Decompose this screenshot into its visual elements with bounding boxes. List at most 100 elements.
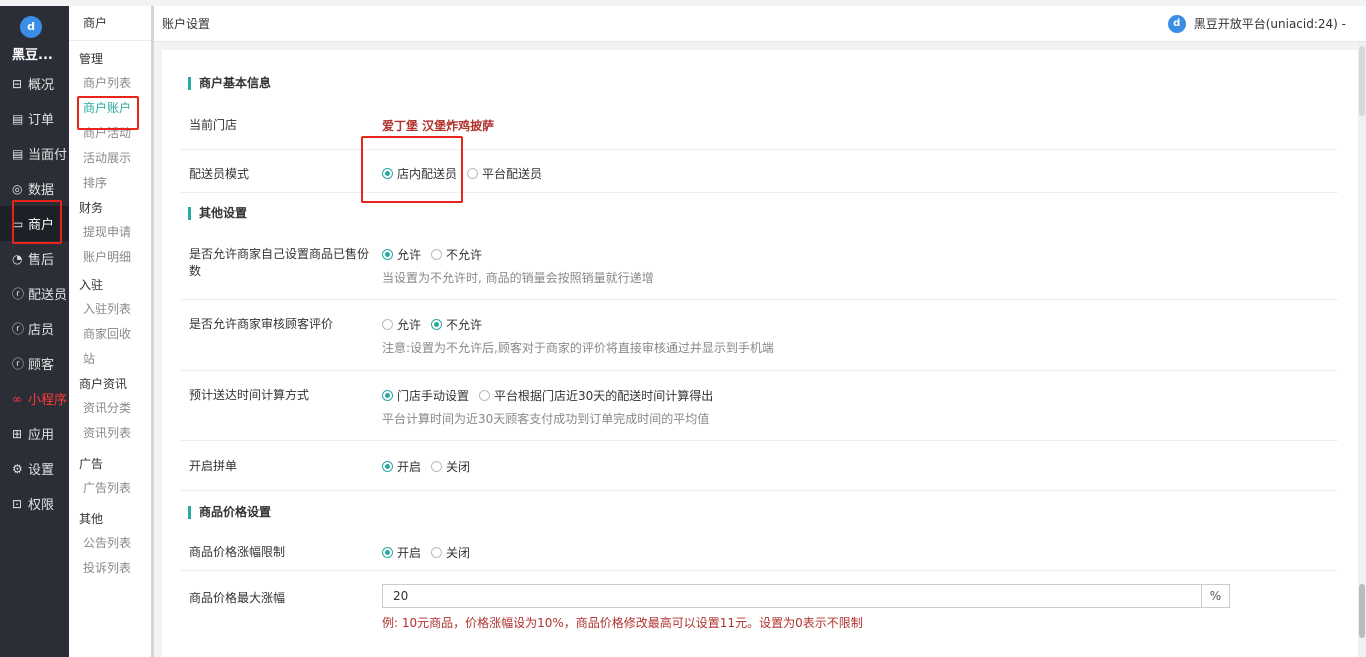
nav-item-customer[interactable]: ⓡ 顾客 xyxy=(0,346,69,381)
top-header: 账户设置 d 黑豆开放平台(uniacid:24) - xyxy=(154,6,1366,42)
receipt-icon: ▤ xyxy=(12,146,24,161)
radio-label: 店内配送员 xyxy=(397,167,458,181)
nav-item-label: 概况 xyxy=(28,78,55,93)
max-increase-input[interactable] xyxy=(382,584,1202,608)
radio-label: 允许 xyxy=(397,248,422,262)
menu-group-settle-in: 入驻 入驻列表 商家回收 站 xyxy=(69,273,151,372)
miniprogram-icon: ∞ xyxy=(12,391,22,406)
nav-item-apps[interactable]: ⊞ 应用 xyxy=(0,416,69,451)
menu-item-merchant-account[interactable]: 商户账户 xyxy=(69,96,151,121)
nav-item-courier[interactable]: ⓡ 配送员 xyxy=(0,276,69,311)
nav-item-clerk[interactable]: ⓡ 店员 xyxy=(0,311,69,346)
section-title-other: 其他设置 xyxy=(188,207,247,220)
radio-dot xyxy=(382,390,393,401)
customer-icon: ⓡ xyxy=(12,357,25,371)
list-icon: ▤ xyxy=(12,111,24,126)
nav-item-merchant[interactable]: ▭ 商户 xyxy=(0,206,69,241)
radio-dot xyxy=(431,319,443,330)
radio-dot xyxy=(479,390,491,401)
form-row-review-audit: 是否允许商家审核顾客评价 允许 不允许 注意:设置为不允许后,顾客对于商家的评价… xyxy=(180,300,1338,371)
nav-item-after-sale[interactable]: ◔ 售后 xyxy=(0,241,69,276)
form-row-max-increase: 商品价格最大涨幅 % 例: 10元商品，价格涨幅设为10%，商品价格修改最高可以… xyxy=(180,571,1338,641)
nav-item-data[interactable]: ◎ 数据 xyxy=(0,171,69,206)
radio-in-store-courier[interactable]: 店内配送员 xyxy=(382,165,457,182)
radio-on[interactable]: 开启 xyxy=(382,544,421,561)
nav-item-settings[interactable]: ⚙ 设置 xyxy=(0,451,69,486)
radio-label: 开启 xyxy=(397,546,422,560)
radio-label: 门店手动设置 xyxy=(397,389,470,403)
radio-label: 平台根据门店近30天的配送时间计算得出 xyxy=(494,389,714,403)
radio-disallow[interactable]: 不允许 xyxy=(431,246,482,263)
nav-item-label: 应用 xyxy=(28,428,55,443)
menu-item-recycle[interactable]: 商家回收 xyxy=(69,322,151,347)
nav-item-label: 当面付 xyxy=(28,148,68,163)
courier-icon: ⓡ xyxy=(12,287,25,301)
menu-item-merchant-activity[interactable]: 商户活动 xyxy=(69,121,151,146)
menu-group-title: 其他 xyxy=(79,512,104,526)
radio-disallow[interactable]: 不允许 xyxy=(431,316,482,333)
nav-item-permissions[interactable]: ⊡ 权限 xyxy=(0,486,69,521)
clerk-icon: ⓡ xyxy=(12,322,25,336)
section-title-basic: 商户基本信息 xyxy=(188,77,271,90)
lock-icon: ⊡ xyxy=(12,496,23,511)
radio-dot xyxy=(431,249,443,260)
menu-item-ad-list[interactable]: 广告列表 xyxy=(69,476,151,501)
menu-group-title: 商户资讯 xyxy=(79,377,128,391)
radio-off[interactable]: 关闭 xyxy=(431,544,470,561)
radio-off[interactable]: 关闭 xyxy=(431,458,470,475)
current-store-name: 爱丁堡 汉堡炸鸡披萨 xyxy=(382,119,495,133)
radio-manual-setting[interactable]: 门店手动设置 xyxy=(382,387,469,404)
radio-dot xyxy=(382,319,393,330)
menu-item-news-list[interactable]: 资讯列表 xyxy=(69,421,151,446)
radio-allow[interactable]: 允许 xyxy=(382,316,421,333)
radio-dot xyxy=(382,168,393,179)
review-audit-control: 允许 不允许 注意:设置为不允许后,顾客对于商家的评价将直接审核通过并显示到手机… xyxy=(382,316,774,356)
radio-dot xyxy=(431,547,443,558)
radio-dot xyxy=(382,249,393,260)
group-buy-radio-group: 开启 关闭 xyxy=(382,458,480,475)
radio-dot xyxy=(467,168,479,179)
nav-item-label: 订单 xyxy=(28,113,55,128)
form-row-price-limit: 商品价格涨幅限制 开启 关闭 xyxy=(180,528,1338,571)
nav-item-overview[interactable]: ⊟ 概况 xyxy=(0,66,69,101)
menu-item-news-category[interactable]: 资讯分类 xyxy=(69,396,151,421)
scrollbar-thumb[interactable] xyxy=(1359,584,1365,638)
radio-on[interactable]: 开启 xyxy=(382,458,421,475)
menu-group-manage: 管理 商户列表 商户账户 商户活动 活动展示 排序 xyxy=(69,47,151,196)
menu-item-sort[interactable]: 排序 xyxy=(69,171,151,196)
menu-group-title: 入驻 xyxy=(79,278,104,292)
nav-item-orders[interactable]: ▤ 订单 xyxy=(0,101,69,136)
menu-item-complaint-list[interactable]: 投诉列表 xyxy=(69,556,151,581)
page-scrollbar[interactable] xyxy=(1358,42,1366,657)
radio-label: 允许 xyxy=(397,318,422,332)
radio-allow[interactable]: 允许 xyxy=(382,246,421,263)
delivery-time-control: 门店手动设置 平台根据门店近30天的配送时间计算得出 平台计算时间为近30天顾客… xyxy=(382,387,723,427)
settings-panel: 商户基本信息 当前门店 爱丁堡 汉堡炸鸡披萨 配送员模式 店内配送员 平台配送员… xyxy=(162,50,1358,657)
radio-label: 不允许 xyxy=(446,318,483,332)
radio-platform-calc[interactable]: 平台根据门店近30天的配送时间计算得出 xyxy=(479,387,713,404)
platform-switcher[interactable]: d 黑豆开放平台(uniacid:24) - xyxy=(1167,6,1346,42)
menu-item-activity-display[interactable]: 活动展示 xyxy=(69,146,151,171)
radio-platform-courier[interactable]: 平台配送员 xyxy=(467,165,542,182)
menu-group-other: 其他 公告列表 投诉列表 xyxy=(69,507,151,581)
menu-item-merchant-list[interactable]: 商户列表 xyxy=(69,71,151,96)
menu-item-account-detail[interactable]: 账户明细 xyxy=(69,245,151,270)
field-hint: 例: 10元商品，价格涨幅设为10%，商品价格修改最高可以设置11元。设置为0表… xyxy=(382,616,863,630)
nav-item-label: 店员 xyxy=(28,323,55,338)
platform-name: 黑豆开放平台(uniacid:24) - xyxy=(1193,17,1346,31)
main-nav: ⊟ 概况 ▤ 订单 ▤ 当面付 ◎ 数据 ▭ 商户 ◔ 售后 ⓡ 配送员 ⓡ 店员 ⓡ 顾客 ∞ 小… xyxy=(0,66,69,521)
nav-item-face-pay[interactable]: ▤ 当面付 xyxy=(0,136,69,171)
menu-item-withdraw[interactable]: 提现申请 xyxy=(69,220,151,245)
form-row-delivery-time: 预计送达时间计算方式 门店手动设置 平台根据门店近30天的配送时间计算得出 平台… xyxy=(180,371,1338,441)
menu-group-title: 广告 xyxy=(79,457,104,471)
nav-item-miniprogram[interactable]: ∞ 小程序 xyxy=(0,381,69,416)
menu-item-notice-list[interactable]: 公告列表 xyxy=(69,531,151,556)
menu-item-settle-list[interactable]: 入驻列表 xyxy=(69,297,151,322)
apps-icon: ⊞ xyxy=(12,426,23,441)
main-sidebar: d 黑豆... ⊟ 概况 ▤ 订单 ▤ 当面付 ◎ 数据 ▭ 商户 ◔ 售后 ⓡ 配送员 ⓡ 店… xyxy=(0,6,69,657)
form-row-current-store: 当前门店 爱丁堡 汉堡炸鸡披萨 xyxy=(180,100,1338,150)
menu-item-recycle-wrap[interactable]: 站 xyxy=(69,347,151,372)
field-label: 是否允许商家自己设置商品已售份数 xyxy=(189,247,370,278)
nav-item-label: 售后 xyxy=(28,253,55,268)
chart-icon: ◎ xyxy=(12,181,23,196)
